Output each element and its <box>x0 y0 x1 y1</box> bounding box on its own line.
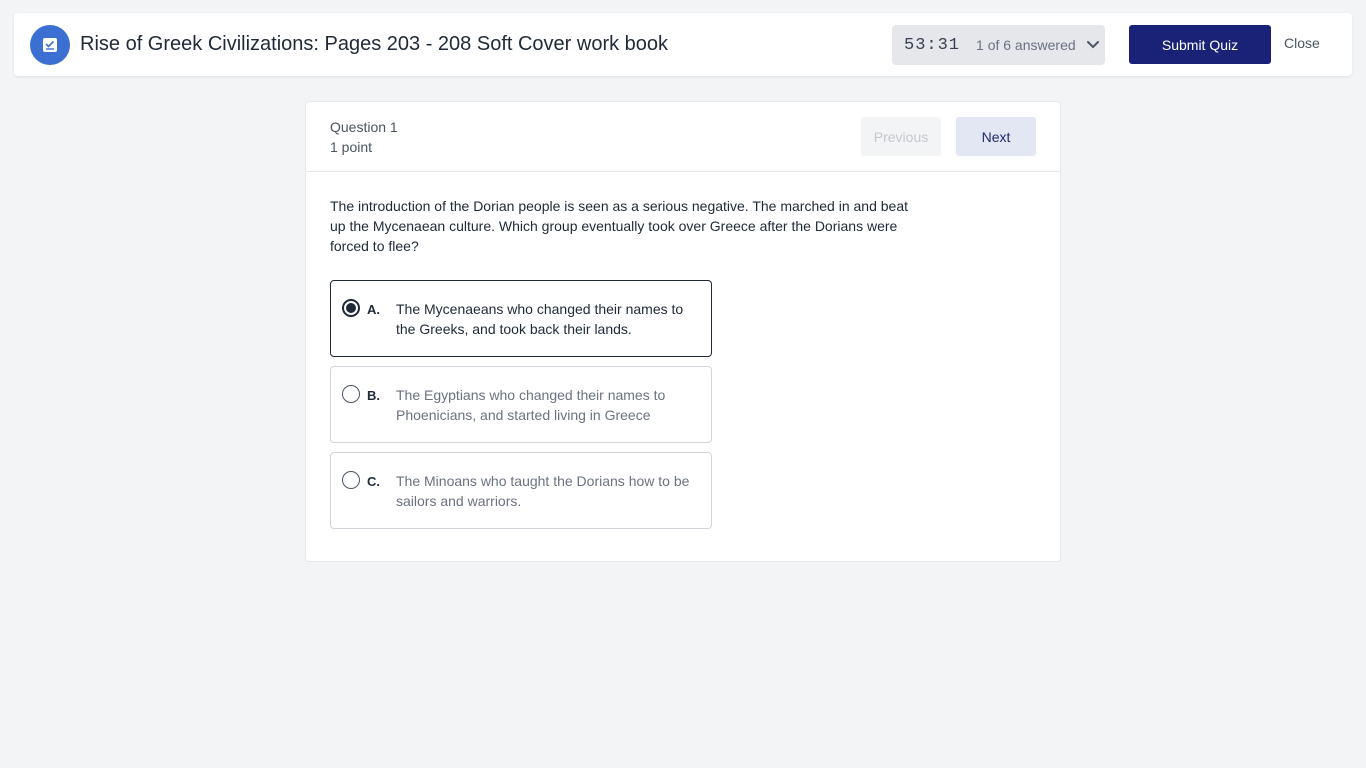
answer-option-c[interactable]: C. The Minoans who taught the Dorians ho… <box>330 452 712 529</box>
radio-button[interactable] <box>342 385 360 403</box>
chevron-down-icon <box>1086 40 1100 50</box>
question-points: 1 point <box>330 139 373 155</box>
radio-button[interactable] <box>342 299 360 317</box>
question-number: Question 1 <box>330 119 398 135</box>
option-letter: A. <box>367 302 380 317</box>
question-card: Question 1 1 point Previous Next The int… <box>305 101 1061 562</box>
radio-button[interactable] <box>342 471 360 489</box>
submit-quiz-button[interactable]: Submit Quiz <box>1129 25 1271 64</box>
question-header: Question 1 1 point Previous Next <box>306 102 1060 172</box>
option-text: The Egyptians who changed their names to… <box>396 387 666 423</box>
answered-count: 1 of 6 answered <box>976 37 1076 53</box>
quiz-header: Rise of Greek Civilizations: Pages 203 -… <box>14 13 1352 76</box>
close-button[interactable]: Close <box>1284 35 1320 51</box>
answer-option-a[interactable]: A. The Mycenaeans who changed their name… <box>330 280 712 357</box>
option-text: The Mycenaeans who changed their names t… <box>396 301 684 337</box>
option-text: The Minoans who taught the Dorians how t… <box>396 473 690 509</box>
timer: 53:31 <box>904 35 961 55</box>
answer-option-b[interactable]: B. The Egyptians who changed their names… <box>330 366 712 443</box>
quiz-checklist-icon <box>30 25 70 65</box>
previous-button[interactable]: Previous <box>861 117 941 156</box>
option-letter: B. <box>367 388 380 403</box>
question-text: The introduction of the Dorian people is… <box>330 198 908 254</box>
next-button[interactable]: Next <box>956 117 1036 156</box>
option-letter: C. <box>367 474 380 489</box>
progress-dropdown[interactable]: 53:31 1 of 6 answered <box>892 25 1105 65</box>
page-title: Rise of Greek Civilizations: Pages 203 -… <box>80 33 669 55</box>
